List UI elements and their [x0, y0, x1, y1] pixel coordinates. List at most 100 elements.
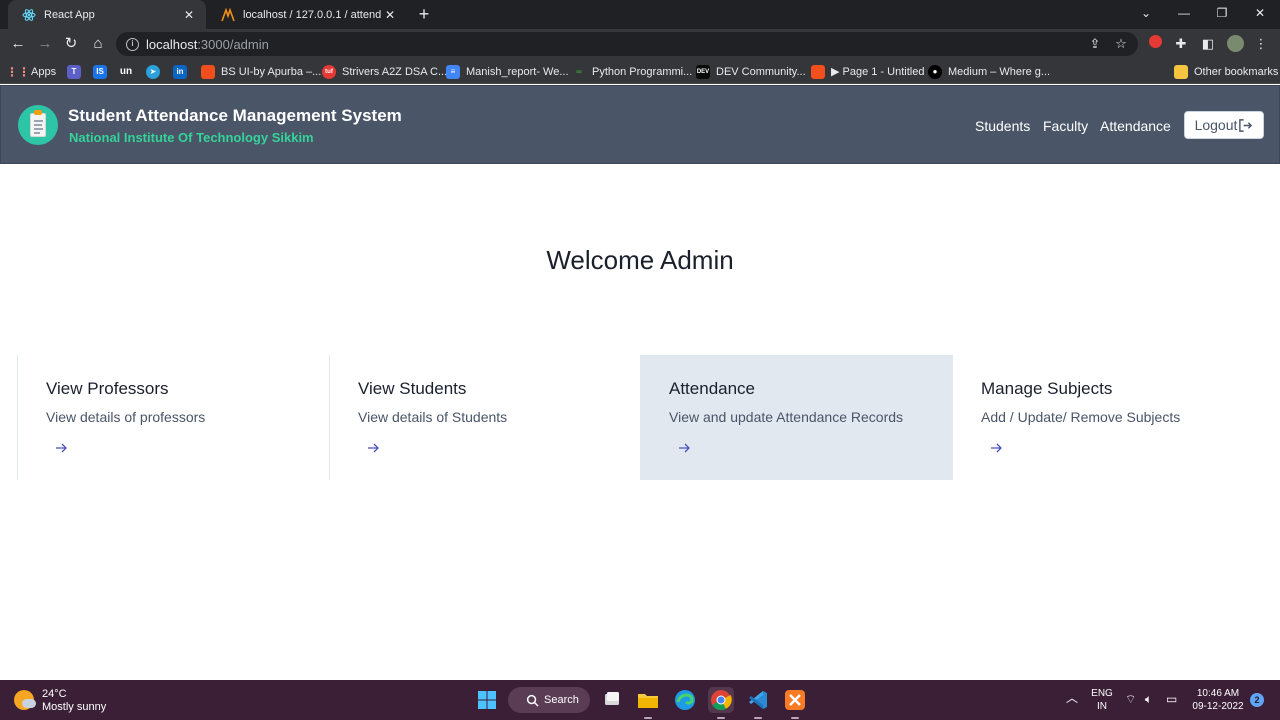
extension-red-icon[interactable] [1146, 35, 1164, 53]
arrow-right-icon[interactable] [989, 441, 1003, 455]
restore-icon[interactable]: ❐ [1203, 0, 1241, 29]
url-host: localhost [146, 37, 197, 52]
un-icon: un [119, 65, 133, 79]
new-tab-button[interactable]: + [414, 4, 434, 24]
card-manage-subjects[interactable]: Manage Subjects Add / Update/ Remove Sub… [952, 355, 1265, 480]
tab-phpmyadmin[interactable]: localhost / 127.0.0.1 / attendance ✕ [207, 0, 407, 29]
clock-date: 09-12-2022 [1190, 700, 1246, 713]
close-tab-icon[interactable]: ✕ [180, 8, 198, 22]
back-icon[interactable]: ← [7, 33, 29, 55]
close-window-icon[interactable]: ✕ [1241, 0, 1279, 29]
side-panel-icon[interactable]: ◧ [1199, 35, 1217, 53]
vscode-icon[interactable] [745, 687, 771, 713]
bookmark-python[interactable]: ∞ Python Programmi... [572, 63, 692, 80]
close-tab-icon[interactable]: ✕ [381, 8, 399, 22]
logout-label: Logout [1195, 117, 1238, 133]
bookmark-page1[interactable]: ▶ Page 1 - Untitled [811, 63, 924, 80]
telegram-icon: ➤ [146, 65, 160, 79]
clock-time: 10:46 AM [1190, 687, 1246, 700]
card-description: View details of professors [46, 409, 205, 425]
reload-icon[interactable]: ↻ [60, 33, 82, 55]
card-description: View and update Attendance Records [669, 409, 903, 425]
bookmark-teams[interactable]: T [67, 63, 87, 80]
wifi-icon[interactable]: ⌔ [1125, 693, 1136, 706]
card-description: Add / Update/ Remove Subjects [981, 409, 1180, 425]
card-description: View details of Students [358, 409, 507, 425]
profile-avatar-icon[interactable] [1226, 35, 1244, 53]
bookmark-apps[interactable]: ⋮⋮ Apps [11, 63, 56, 80]
xampp-icon[interactable] [782, 687, 808, 713]
notification-badge[interactable]: 2 [1250, 693, 1264, 707]
browser-tab-strip: React App ✕ localhost / 127.0.0.1 / atte… [0, 0, 1280, 29]
docs-icon: ≡ [446, 65, 460, 79]
windows-taskbar: 24°C Mostly sunny Search ︿ ENG IN ⌔ 🔈︎ ▭… [0, 680, 1280, 720]
bookmarks-bar: ⋮⋮ Apps T IS un ➤ in BS UI-by Apurba –..… [0, 59, 1280, 84]
home-icon[interactable]: ⌂ [87, 33, 109, 55]
linkedin-icon: in [173, 65, 187, 79]
extensions-puzzle-icon[interactable]: ✚ [1172, 35, 1190, 53]
bookmark-star-icon[interactable]: ☆ [1112, 35, 1130, 53]
card-title: Attendance [669, 379, 755, 399]
windows-start-icon[interactable] [474, 687, 500, 713]
task-view-icon[interactable] [599, 687, 625, 713]
bookmark-other[interactable]: Other bookmarks [1174, 63, 1278, 80]
card-view-students[interactable]: View Students View details of Students [329, 355, 642, 480]
language-indicator[interactable]: ENG IN [1090, 687, 1114, 713]
site-info-icon[interactable]: i [126, 38, 139, 51]
file-explorer-icon[interactable] [635, 687, 661, 713]
tab-search-icon[interactable]: ⌄ [1127, 0, 1165, 29]
card-attendance[interactable]: Attendance View and update Attendance Re… [640, 355, 953, 480]
bookmark-strivers[interactable]: tuf Strivers A2Z DSA C... [322, 63, 447, 80]
welcome-heading: Welcome Admin [0, 245, 1280, 276]
nav-students[interactable]: Students [975, 118, 1030, 134]
is-icon: IS [93, 65, 107, 79]
tray-overflow-icon[interactable]: ︿ [1066, 692, 1078, 705]
share-icon[interactable]: ⇪ [1086, 35, 1104, 53]
dev-icon: DEV [696, 65, 710, 79]
edge-icon[interactable] [672, 687, 698, 713]
phpmyadmin-icon [221, 8, 235, 22]
forward-icon[interactable]: → [34, 33, 56, 55]
card-title: View Students [358, 379, 466, 399]
logout-icon [1238, 118, 1253, 133]
bookmark-manish-report[interactable]: ≡ Manish_report- We... [446, 63, 569, 80]
medium-icon: ● [928, 65, 942, 79]
bookmark-dev[interactable]: DEV DEV Community... [696, 63, 806, 80]
battery-icon[interactable]: ▭ [1166, 693, 1177, 706]
browser-menu-icon[interactable]: ⋮ [1252, 35, 1270, 53]
clock[interactable]: 10:46 AM 09-12-2022 [1190, 687, 1246, 713]
card-title: Manage Subjects [981, 379, 1112, 399]
search-icon [526, 694, 539, 707]
bookmark-un[interactable]: un [119, 63, 139, 80]
apps-grid-icon: ⋮⋮ [11, 65, 25, 79]
card-title: View Professors [46, 379, 169, 399]
search-label: Search [544, 694, 579, 706]
bookmark-is[interactable]: IS [93, 63, 113, 80]
minimize-icon[interactable]: — [1165, 0, 1203, 29]
logout-button[interactable]: Logout [1184, 111, 1264, 139]
tab-react-app[interactable]: React App ✕ [8, 0, 206, 29]
arrow-right-icon[interactable] [54, 441, 68, 455]
bookmark-linkedin[interactable]: in [173, 63, 193, 80]
weather-temp: 24°C [42, 688, 106, 701]
taskbar-search[interactable]: Search [508, 687, 590, 713]
tuf-icon: tuf [322, 65, 336, 79]
teams-icon: T [67, 65, 81, 79]
arrow-right-icon[interactable] [366, 441, 380, 455]
bookmark-medium[interactable]: ● Medium – Where g... [928, 63, 1050, 80]
url-path: :3000/admin [197, 37, 269, 52]
tab-title: localhost / 127.0.0.1 / attendance [243, 9, 381, 21]
chrome-icon[interactable] [708, 687, 734, 713]
weather-widget[interactable]: 24°C Mostly sunny [14, 688, 106, 714]
weather-desc: Mostly sunny [42, 701, 106, 714]
arrow-right-icon[interactable] [677, 441, 691, 455]
address-bar[interactable]: i localhost:3000/admin [116, 32, 1138, 56]
nav-attendance[interactable]: Attendance [1100, 118, 1171, 134]
nav-faculty[interactable]: Faculty [1043, 118, 1088, 134]
bookmark-telegram[interactable]: ➤ [146, 63, 166, 80]
tab-title: React App [44, 9, 180, 21]
figma-icon [811, 65, 825, 79]
volume-icon[interactable]: 🔈︎ [1145, 693, 1152, 706]
card-view-professors[interactable]: View Professors View details of professo… [17, 355, 330, 480]
bookmark-bs-ui[interactable]: BS UI-by Apurba –... [201, 63, 321, 80]
